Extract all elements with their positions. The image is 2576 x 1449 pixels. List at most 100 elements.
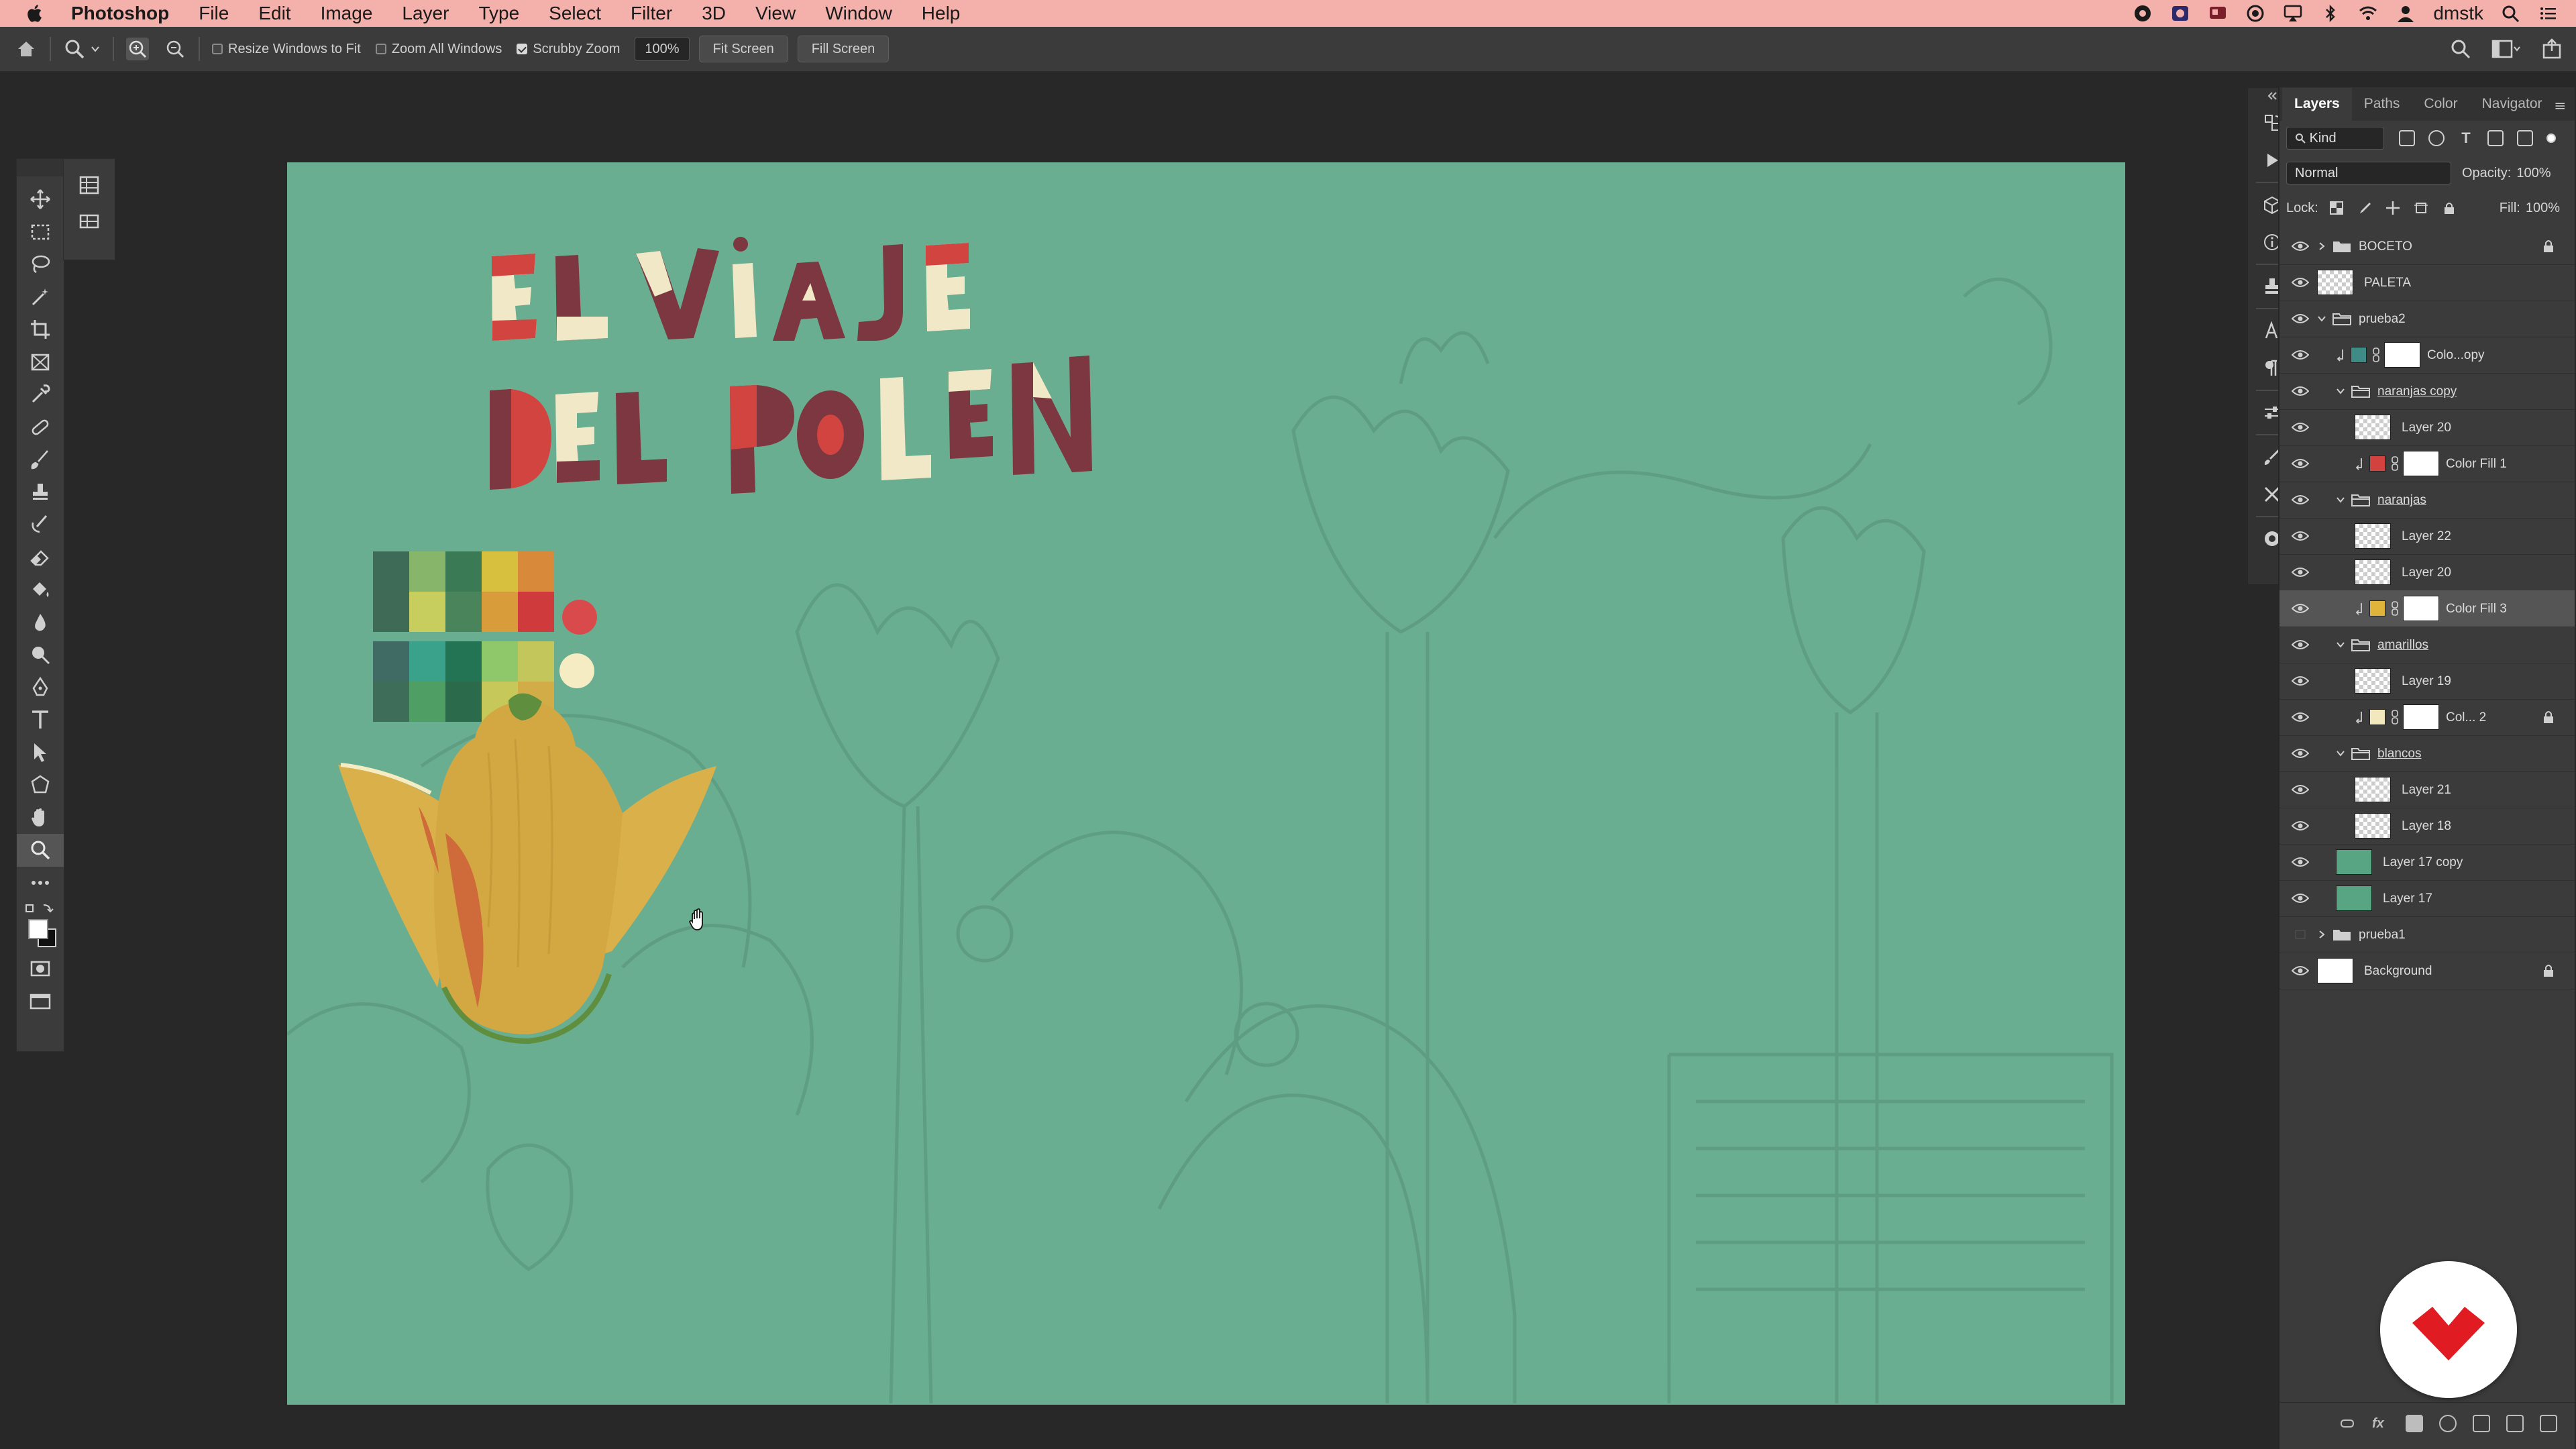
new-group-icon[interactable] xyxy=(2473,1414,2490,1432)
opacity-value[interactable]: 100% xyxy=(2516,166,2551,181)
share-icon[interactable] xyxy=(2541,38,2563,60)
chain-link-icon[interactable] xyxy=(2372,347,2380,362)
visibility-eye-icon[interactable] xyxy=(2292,422,2309,433)
layer-name[interactable]: Layer 18 xyxy=(2402,819,2451,834)
chain-link-icon[interactable] xyxy=(2391,601,2399,616)
home-icon[interactable] xyxy=(15,38,38,60)
hand-tool[interactable] xyxy=(17,802,64,835)
chevron-right-icon[interactable] xyxy=(2317,241,2326,251)
layer-name[interactable]: Colo...opy xyxy=(2427,348,2485,363)
menu-help[interactable]: Help xyxy=(907,3,975,24)
screen-recorder-icon[interactable] xyxy=(2170,4,2190,23)
chevron-down-icon[interactable] xyxy=(2336,495,2345,504)
lock-icon[interactable] xyxy=(2542,963,2555,978)
panel-menu-icon[interactable] xyxy=(2555,101,2566,111)
lasso-tool[interactable] xyxy=(17,248,64,281)
layer-thumbnail[interactable] xyxy=(2355,668,2391,694)
shape-filter-icon[interactable] xyxy=(2487,130,2504,146)
sync-icon[interactable] xyxy=(2245,4,2265,23)
layer-name[interactable]: Color Fill 3 xyxy=(2446,602,2507,616)
quick-mask-button[interactable] xyxy=(17,953,64,985)
menu-edit[interactable]: Edit xyxy=(244,3,305,24)
visibility-eye-icon[interactable] xyxy=(2292,458,2309,469)
adjustment-filter-icon[interactable] xyxy=(2428,130,2445,146)
menu-view[interactable]: View xyxy=(741,3,810,24)
layer-name[interactable]: blancos xyxy=(2377,747,2422,761)
menu-file[interactable]: File xyxy=(184,3,244,24)
layer-name[interactable]: Layer 17 copy xyxy=(2383,855,2463,870)
fill-value[interactable]: 100% xyxy=(2526,201,2560,216)
visibility-off-icon[interactable] xyxy=(2292,929,2309,940)
chain-link-icon[interactable] xyxy=(2391,710,2399,724)
layer-row[interactable]: BOCETO xyxy=(2279,228,2575,265)
visibility-eye-icon[interactable] xyxy=(2292,531,2309,541)
visibility-eye-icon[interactable] xyxy=(2292,386,2309,396)
layer-mask-thumbnail[interactable] xyxy=(2384,342,2420,368)
layer-thumbnail[interactable] xyxy=(2355,559,2391,585)
checkbox-box-checked[interactable] xyxy=(517,44,528,54)
layer-name[interactable]: Layer 21 xyxy=(2402,783,2451,798)
lock-all-icon[interactable] xyxy=(2442,201,2457,215)
layer-row[interactable]: prueba1 xyxy=(2279,916,2575,953)
frame-tool[interactable] xyxy=(17,346,64,379)
visibility-eye-icon[interactable] xyxy=(2292,639,2309,650)
menu-window[interactable]: Window xyxy=(810,3,907,24)
layer-row[interactable]: Layer 18 xyxy=(2279,808,2575,845)
history-brush-tool[interactable] xyxy=(17,508,64,541)
user-name[interactable]: dmstk xyxy=(2433,3,2483,24)
color-swatches[interactable] xyxy=(17,899,64,953)
chevron-down-icon[interactable] xyxy=(2336,640,2345,649)
tab-layers[interactable]: Layers xyxy=(2282,88,2352,121)
user-icon[interactable] xyxy=(2396,4,2416,23)
layer-row[interactable]: naranjas xyxy=(2279,482,2575,519)
visibility-eye-icon[interactable] xyxy=(2292,965,2309,976)
layer-name[interactable]: naranjas xyxy=(2377,493,2426,508)
layer-row[interactable]: Color Fill 3 xyxy=(2279,590,2575,627)
new-adjustment-layer-icon[interactable] xyxy=(2439,1414,2457,1432)
layer-thumbnail[interactable] xyxy=(2317,270,2353,295)
visibility-eye-icon[interactable] xyxy=(2292,603,2309,614)
airplay-icon[interactable] xyxy=(2283,4,2303,23)
healing-brush-tool[interactable] xyxy=(17,411,64,444)
zoom-tool[interactable] xyxy=(17,834,64,867)
visibility-eye-icon[interactable] xyxy=(2292,784,2309,795)
fill-screen-button[interactable]: Fill Screen xyxy=(797,36,890,62)
layer-thumbnail[interactable] xyxy=(2336,849,2372,875)
layer-name[interactable]: Layer 17 xyxy=(2383,892,2432,906)
move-tool[interactable] xyxy=(17,183,64,216)
layer-row[interactable]: Layer 17 xyxy=(2279,880,2575,917)
layer-row[interactable]: Colo...opy xyxy=(2279,337,2575,374)
chevron-down-icon[interactable] xyxy=(2336,386,2345,396)
layer-row[interactable]: Layer 22 xyxy=(2279,518,2575,555)
visibility-eye-icon[interactable] xyxy=(2292,567,2309,578)
layer-name[interactable]: Layer 22 xyxy=(2402,529,2451,544)
layer-mask-thumbnail[interactable] xyxy=(2403,451,2439,476)
tab-paths[interactable]: Paths xyxy=(2352,96,2412,121)
layer-mask-thumbnail[interactable] xyxy=(2403,596,2439,621)
lock-icon[interactable] xyxy=(2542,710,2555,724)
new-layer-icon[interactable] xyxy=(2506,1414,2524,1432)
menu-filter[interactable]: Filter xyxy=(616,3,687,24)
tools-panel-header[interactable] xyxy=(17,159,64,176)
layer-name[interactable]: prueba1 xyxy=(2359,928,2406,943)
fit-screen-button[interactable]: Fit Screen xyxy=(698,36,788,62)
layer-row[interactable]: Background xyxy=(2279,953,2575,989)
scrubby-zoom-checkbox[interactable]: Scrubby Zoom xyxy=(517,42,620,57)
tab-navigator[interactable]: Navigator xyxy=(2470,96,2555,121)
chevron-down-icon[interactable] xyxy=(90,44,101,54)
spotlight-search-icon[interactable] xyxy=(2501,4,2521,23)
path-selection-tool[interactable] xyxy=(17,737,64,769)
layer-name[interactable]: Layer 20 xyxy=(2402,421,2451,435)
magic-wand-tool[interactable] xyxy=(17,281,64,314)
layer-name[interactable]: Layer 19 xyxy=(2402,674,2451,689)
layer-name[interactable]: Layer 20 xyxy=(2402,566,2451,580)
brush-tool[interactable] xyxy=(17,443,64,476)
layer-mask-thumbnail[interactable] xyxy=(2403,704,2439,730)
resize-windows-checkbox[interactable]: Resize Windows to Fit xyxy=(212,42,361,57)
zoom-all-windows-checkbox[interactable]: Zoom All Windows xyxy=(375,42,502,57)
visibility-eye-icon[interactable] xyxy=(2292,241,2309,252)
visibility-eye-icon[interactable] xyxy=(2292,313,2309,324)
notification-center-icon[interactable] xyxy=(2538,4,2559,23)
lock-artboard-icon[interactable] xyxy=(2414,201,2428,215)
layer-row[interactable]: prueba2 xyxy=(2279,301,2575,337)
